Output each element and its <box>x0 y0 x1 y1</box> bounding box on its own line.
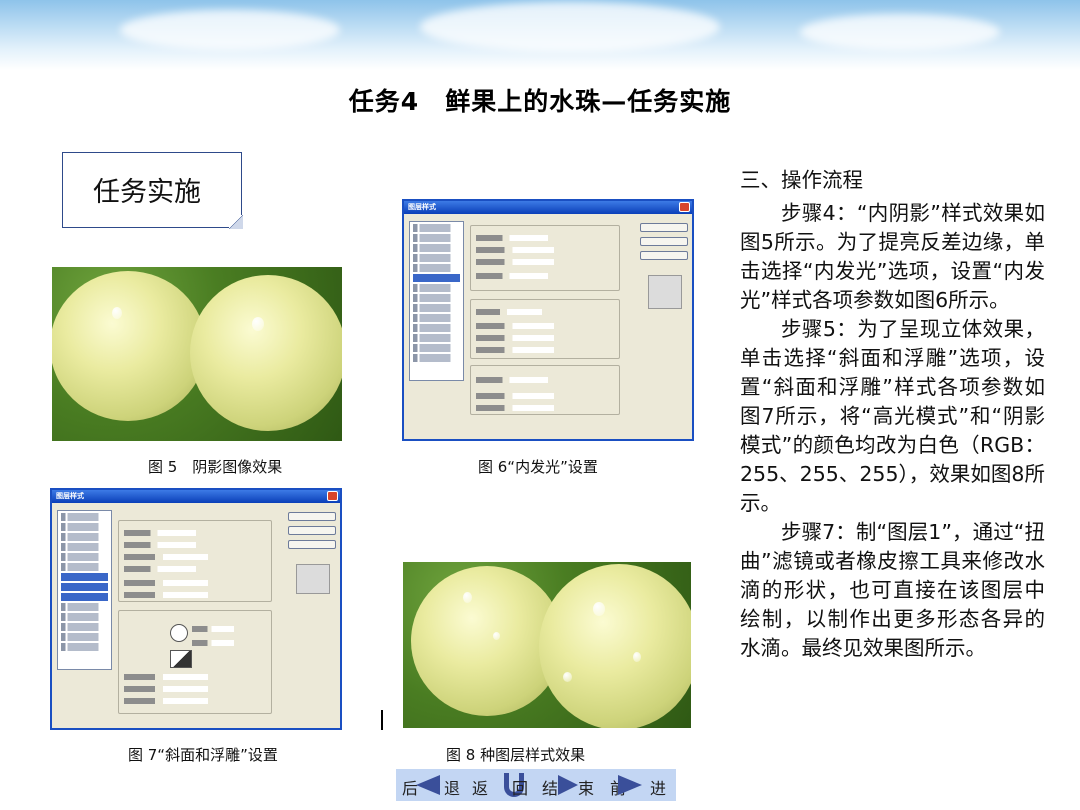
procedure-heading: 三、操作流程 <box>740 168 863 192</box>
close-icon <box>679 202 690 212</box>
slide-title: 任务4 鲜果上的水珠—任务实施 <box>348 87 732 116</box>
nav-return-label-1[interactable]: 返 <box>472 775 488 799</box>
close-icon <box>327 491 338 501</box>
header-sky-band <box>0 0 1080 70</box>
text-cursor <box>381 710 383 730</box>
forward-arrow-icon[interactable] <box>618 775 642 795</box>
dialog-title-bar: 图层样式 <box>52 490 340 503</box>
end-arrow-icon[interactable] <box>558 775 578 795</box>
section-note-label: 任务实施 <box>93 177 201 208</box>
figure-5-caption: 图 5 阴影图像效果 <box>148 458 283 476</box>
procedure-step-7: 步骤7：制“图层1”，通过“扭曲”滤镜或者橡皮擦工具来修改水滴的形状，也可直接在… <box>740 520 1045 660</box>
figure-8-caption: 图 8 种图层样式效果 <box>446 746 586 764</box>
nav-back-label-2[interactable]: 退 <box>444 775 460 799</box>
figure-7-caption: 图 7“斜面和浮雕”设置 <box>128 746 278 764</box>
nav-end-label-2[interactable]: 束 <box>578 775 594 799</box>
procedure-step-4: 步骤4：“内阴影”样式效果如图5所示。为了提亮反差边缘，单击选择“内发光”选项，… <box>740 201 1045 312</box>
figure-6-layer-style-dialog: 图层样式 <box>402 199 694 441</box>
section-note-card: 任务实施 <box>62 152 243 229</box>
dialog-title-bar: 图层样式 <box>404 201 692 214</box>
nav-forward-label-2[interactable]: 进 <box>650 775 666 799</box>
nav-return-label-2[interactable]: 回 <box>512 775 528 799</box>
figure-8-pear-photo <box>403 562 691 728</box>
back-arrow-icon[interactable] <box>416 775 440 795</box>
slide-navigation-bar: 后 退 返 回 结 束 前 进 <box>396 769 676 801</box>
figure-7-layer-style-dialog: 图层样式 <box>50 488 342 730</box>
nav-end-label-1[interactable]: 结 <box>542 775 558 799</box>
procedure-step-5: 步骤5：为了呈现立体效果，单击选择“斜面和浮雕”选项，设置“斜面和浮雕”样式各项… <box>740 317 1045 515</box>
procedure-text: 三、操作流程 步骤4：“内阴影”样式效果如图5所示。为了提亮反差边缘，单击选择“… <box>740 166 1045 663</box>
figure-6-caption: 图 6“内发光”设置 <box>478 458 598 476</box>
figure-5-pear-photo <box>52 267 342 441</box>
